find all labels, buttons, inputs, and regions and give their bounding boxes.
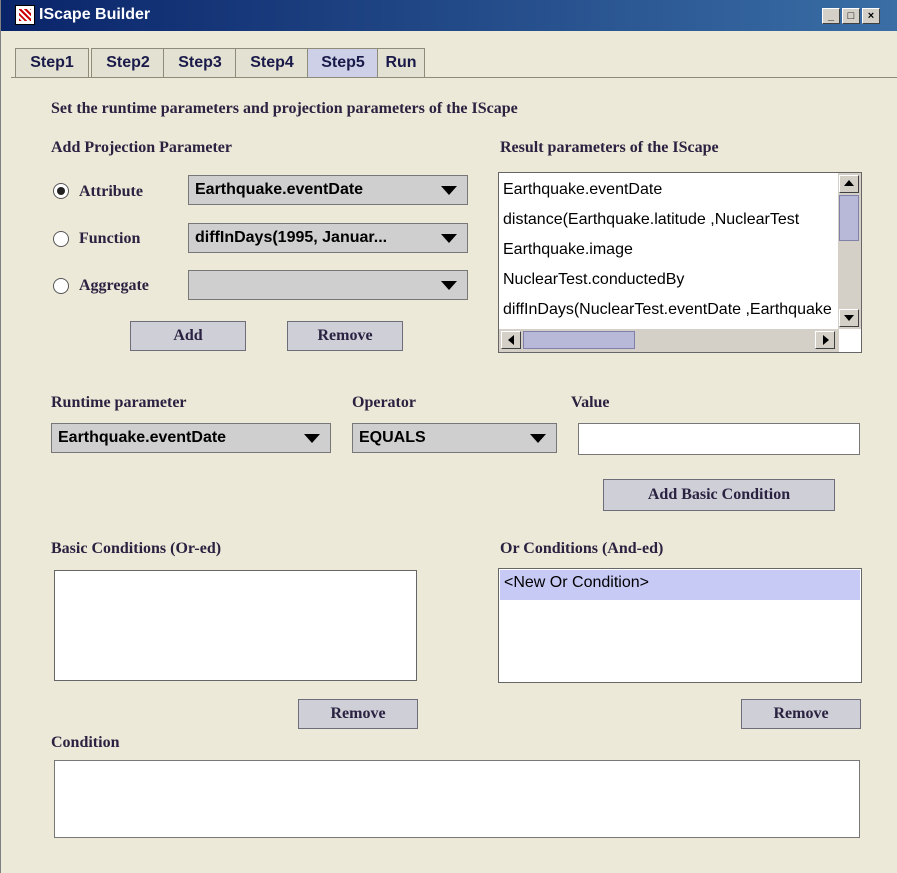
runtime-param-combo[interactable]: Earthquake.eventDate bbox=[51, 423, 331, 453]
tab-run[interactable]: Run bbox=[377, 48, 425, 77]
result-param-item[interactable]: Earthquake.eventDate bbox=[503, 181, 662, 199]
horizontal-scroll-thumb[interactable] bbox=[523, 331, 635, 349]
iscape-builder-window: IScape Builder _ □ × Step1 Step2 Step3 S… bbox=[0, 0, 897, 873]
function-label: Function bbox=[79, 230, 141, 247]
add-projection-button[interactable]: Add bbox=[130, 321, 246, 351]
scroll-left-button[interactable] bbox=[501, 331, 521, 349]
chevron-down-icon bbox=[304, 434, 320, 443]
projection-heading: Add Projection Parameter bbox=[51, 139, 232, 156]
result-params-viewport: Earthquake.eventDate distance(Earthquake… bbox=[499, 173, 839, 329]
or-conditions-list[interactable]: <New Or Condition> bbox=[498, 568, 862, 683]
add-basic-condition-button[interactable]: Add Basic Condition bbox=[603, 479, 835, 511]
basic-conditions-heading: Basic Conditions (Or-ed) bbox=[51, 540, 222, 557]
function-combo[interactable]: diffInDays(1995, Januar... bbox=[188, 223, 468, 253]
operator-value: EQUALS bbox=[359, 429, 426, 446]
result-params-heading: Result parameters of the IScape bbox=[500, 139, 719, 156]
remove-projection-button[interactable]: Remove bbox=[287, 321, 403, 351]
tab-step3[interactable]: Step3 bbox=[163, 48, 237, 77]
value-heading: Value bbox=[571, 394, 610, 411]
operator-combo[interactable]: EQUALS bbox=[352, 423, 557, 453]
attribute-combo[interactable]: Earthquake.eventDate bbox=[188, 175, 468, 205]
attribute-radio[interactable] bbox=[53, 183, 69, 199]
runtime-param-heading: Runtime parameter bbox=[51, 394, 187, 411]
condition-textarea[interactable] bbox=[54, 760, 860, 838]
chevron-down-icon bbox=[441, 186, 457, 195]
horizontal-scrollbar[interactable] bbox=[499, 329, 839, 352]
tab-divider bbox=[11, 77, 897, 78]
or-condition-item[interactable]: <New Or Condition> bbox=[500, 570, 860, 600]
chevron-down-icon bbox=[441, 234, 457, 243]
tab-step4[interactable]: Step4 bbox=[235, 48, 309, 77]
close-button[interactable]: × bbox=[862, 8, 880, 24]
aggregate-combo[interactable] bbox=[188, 270, 468, 300]
condition-heading: Condition bbox=[51, 734, 120, 751]
operator-heading: Operator bbox=[352, 394, 416, 411]
aggregate-radio[interactable] bbox=[53, 278, 69, 294]
tab-step2[interactable]: Step2 bbox=[91, 48, 165, 77]
or-conditions-heading: Or Conditions (And-ed) bbox=[500, 540, 664, 557]
window-title: IScape Builder bbox=[39, 6, 151, 23]
chevron-down-icon bbox=[530, 434, 546, 443]
scroll-up-button[interactable] bbox=[839, 175, 859, 193]
aggregate-label: Aggregate bbox=[79, 277, 149, 294]
function-combo-value: diffInDays(1995, Januar... bbox=[195, 229, 388, 246]
result-param-item[interactable]: distance(Earthquake.latitude ,NuclearTes… bbox=[503, 211, 799, 229]
title-bar[interactable]: IScape Builder _ □ × bbox=[1, 0, 897, 31]
remove-basic-condition-button[interactable]: Remove bbox=[298, 699, 418, 729]
attribute-label: Attribute bbox=[79, 183, 143, 200]
tab-step5[interactable]: Step5 bbox=[307, 48, 379, 77]
app-icon bbox=[15, 5, 35, 25]
runtime-param-value: Earthquake.eventDate bbox=[58, 429, 227, 446]
scroll-right-button[interactable] bbox=[815, 331, 835, 349]
attribute-combo-value: Earthquake.eventDate bbox=[195, 181, 364, 198]
chevron-down-icon bbox=[441, 281, 457, 290]
result-param-item[interactable]: Earthquake.image bbox=[503, 241, 633, 259]
result-param-item[interactable]: NuclearTest.conductedBy bbox=[503, 271, 684, 289]
function-radio[interactable] bbox=[53, 231, 69, 247]
maximize-button[interactable]: □ bbox=[842, 8, 860, 24]
or-condition-label: <New Or Condition> bbox=[504, 574, 649, 591]
vertical-scroll-thumb[interactable] bbox=[839, 195, 859, 241]
result-param-item[interactable]: diffInDays(NuclearTest.eventDate ,Earthq… bbox=[503, 301, 832, 319]
remove-or-condition-button[interactable]: Remove bbox=[741, 699, 861, 729]
minimize-button[interactable]: _ bbox=[822, 8, 840, 24]
basic-conditions-list[interactable] bbox=[54, 570, 417, 681]
result-params-list[interactable]: Earthquake.eventDate distance(Earthquake… bbox=[498, 172, 862, 353]
value-input[interactable] bbox=[578, 423, 860, 455]
page-header: Set the runtime parameters and projectio… bbox=[51, 100, 518, 117]
scroll-down-button[interactable] bbox=[839, 309, 859, 327]
tab-step1[interactable]: Step1 bbox=[15, 48, 89, 77]
vertical-scrollbar[interactable] bbox=[838, 173, 861, 329]
